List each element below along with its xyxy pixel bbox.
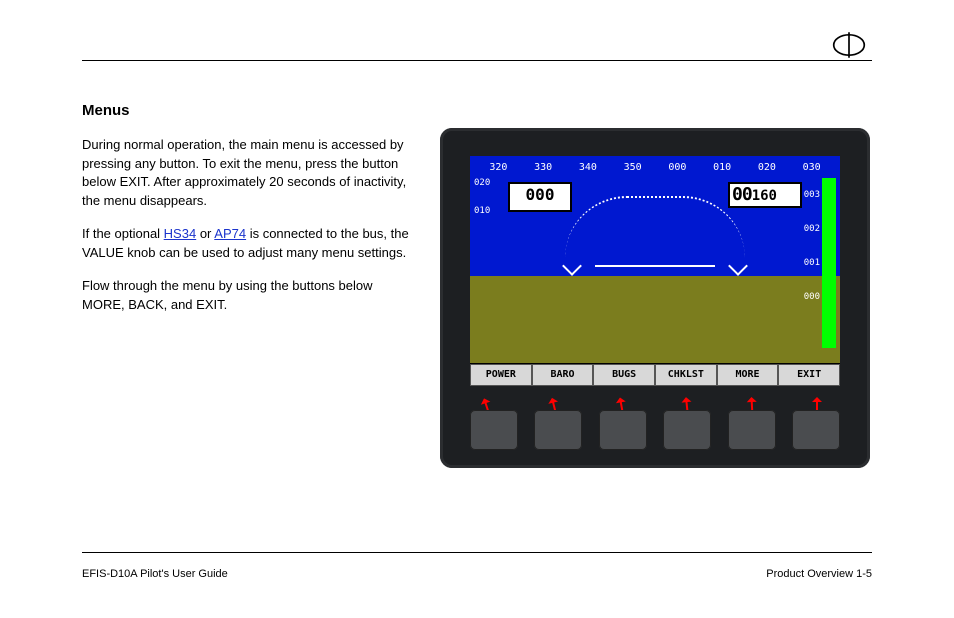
altitude-readout: 00160 bbox=[728, 182, 802, 208]
softkey-more[interactable]: MORE bbox=[717, 364, 779, 386]
airspeed-readout: 000 bbox=[508, 182, 572, 212]
paragraph: Flow through the menu by using the butto… bbox=[82, 277, 412, 315]
speed-tape: 020 010 bbox=[474, 178, 490, 234]
hardware-buttons bbox=[470, 410, 840, 450]
hw-button-3[interactable] bbox=[599, 410, 647, 450]
softkey-chklst[interactable]: CHKLST bbox=[655, 364, 717, 386]
rule-bottom bbox=[82, 552, 872, 553]
softkey-bar: POWER BARO BUGS CHKLST MORE EXIT bbox=[470, 364, 840, 386]
hw-button-5[interactable] bbox=[728, 410, 776, 450]
softkey-exit[interactable]: EXIT bbox=[778, 364, 840, 386]
link-ap74[interactable]: AP74 bbox=[214, 226, 246, 241]
brand-logo bbox=[832, 28, 866, 65]
footer-page-ref: Product Overview 1-5 bbox=[766, 568, 872, 580]
ground-region bbox=[470, 276, 840, 363]
alt-tape: 003 002 001 000 bbox=[804, 178, 820, 314]
hw-button-6[interactable] bbox=[792, 410, 840, 450]
paragraph: During normal operation, the main menu i… bbox=[82, 136, 412, 211]
efis-screen: 320330340350000010020030 020 010 000 001… bbox=[470, 156, 840, 386]
section-heading: Menus bbox=[82, 100, 412, 122]
heading-scale: 320330340350000010020030 bbox=[476, 162, 834, 180]
horizon-reference bbox=[595, 265, 715, 267]
rule-top bbox=[82, 60, 872, 61]
link-hs34[interactable]: HS34 bbox=[164, 226, 197, 241]
efis-device: 320330340350000010020030 020 010 000 001… bbox=[440, 128, 870, 468]
hw-button-2[interactable] bbox=[534, 410, 582, 450]
paragraph: If the optional HS34 or AP74 is connecte… bbox=[82, 225, 412, 263]
softkey-bugs[interactable]: BUGS bbox=[593, 364, 655, 386]
softkey-power[interactable]: POWER bbox=[470, 364, 532, 386]
softkey-baro[interactable]: BARO bbox=[532, 364, 594, 386]
vsi-bar bbox=[822, 178, 836, 348]
hw-button-4[interactable] bbox=[663, 410, 711, 450]
hw-button-1[interactable] bbox=[470, 410, 518, 450]
footer-doc-title: EFIS-D10A Pilot's User Guide bbox=[82, 568, 228, 580]
body-text: Menus During normal operation, the main … bbox=[82, 100, 412, 329]
